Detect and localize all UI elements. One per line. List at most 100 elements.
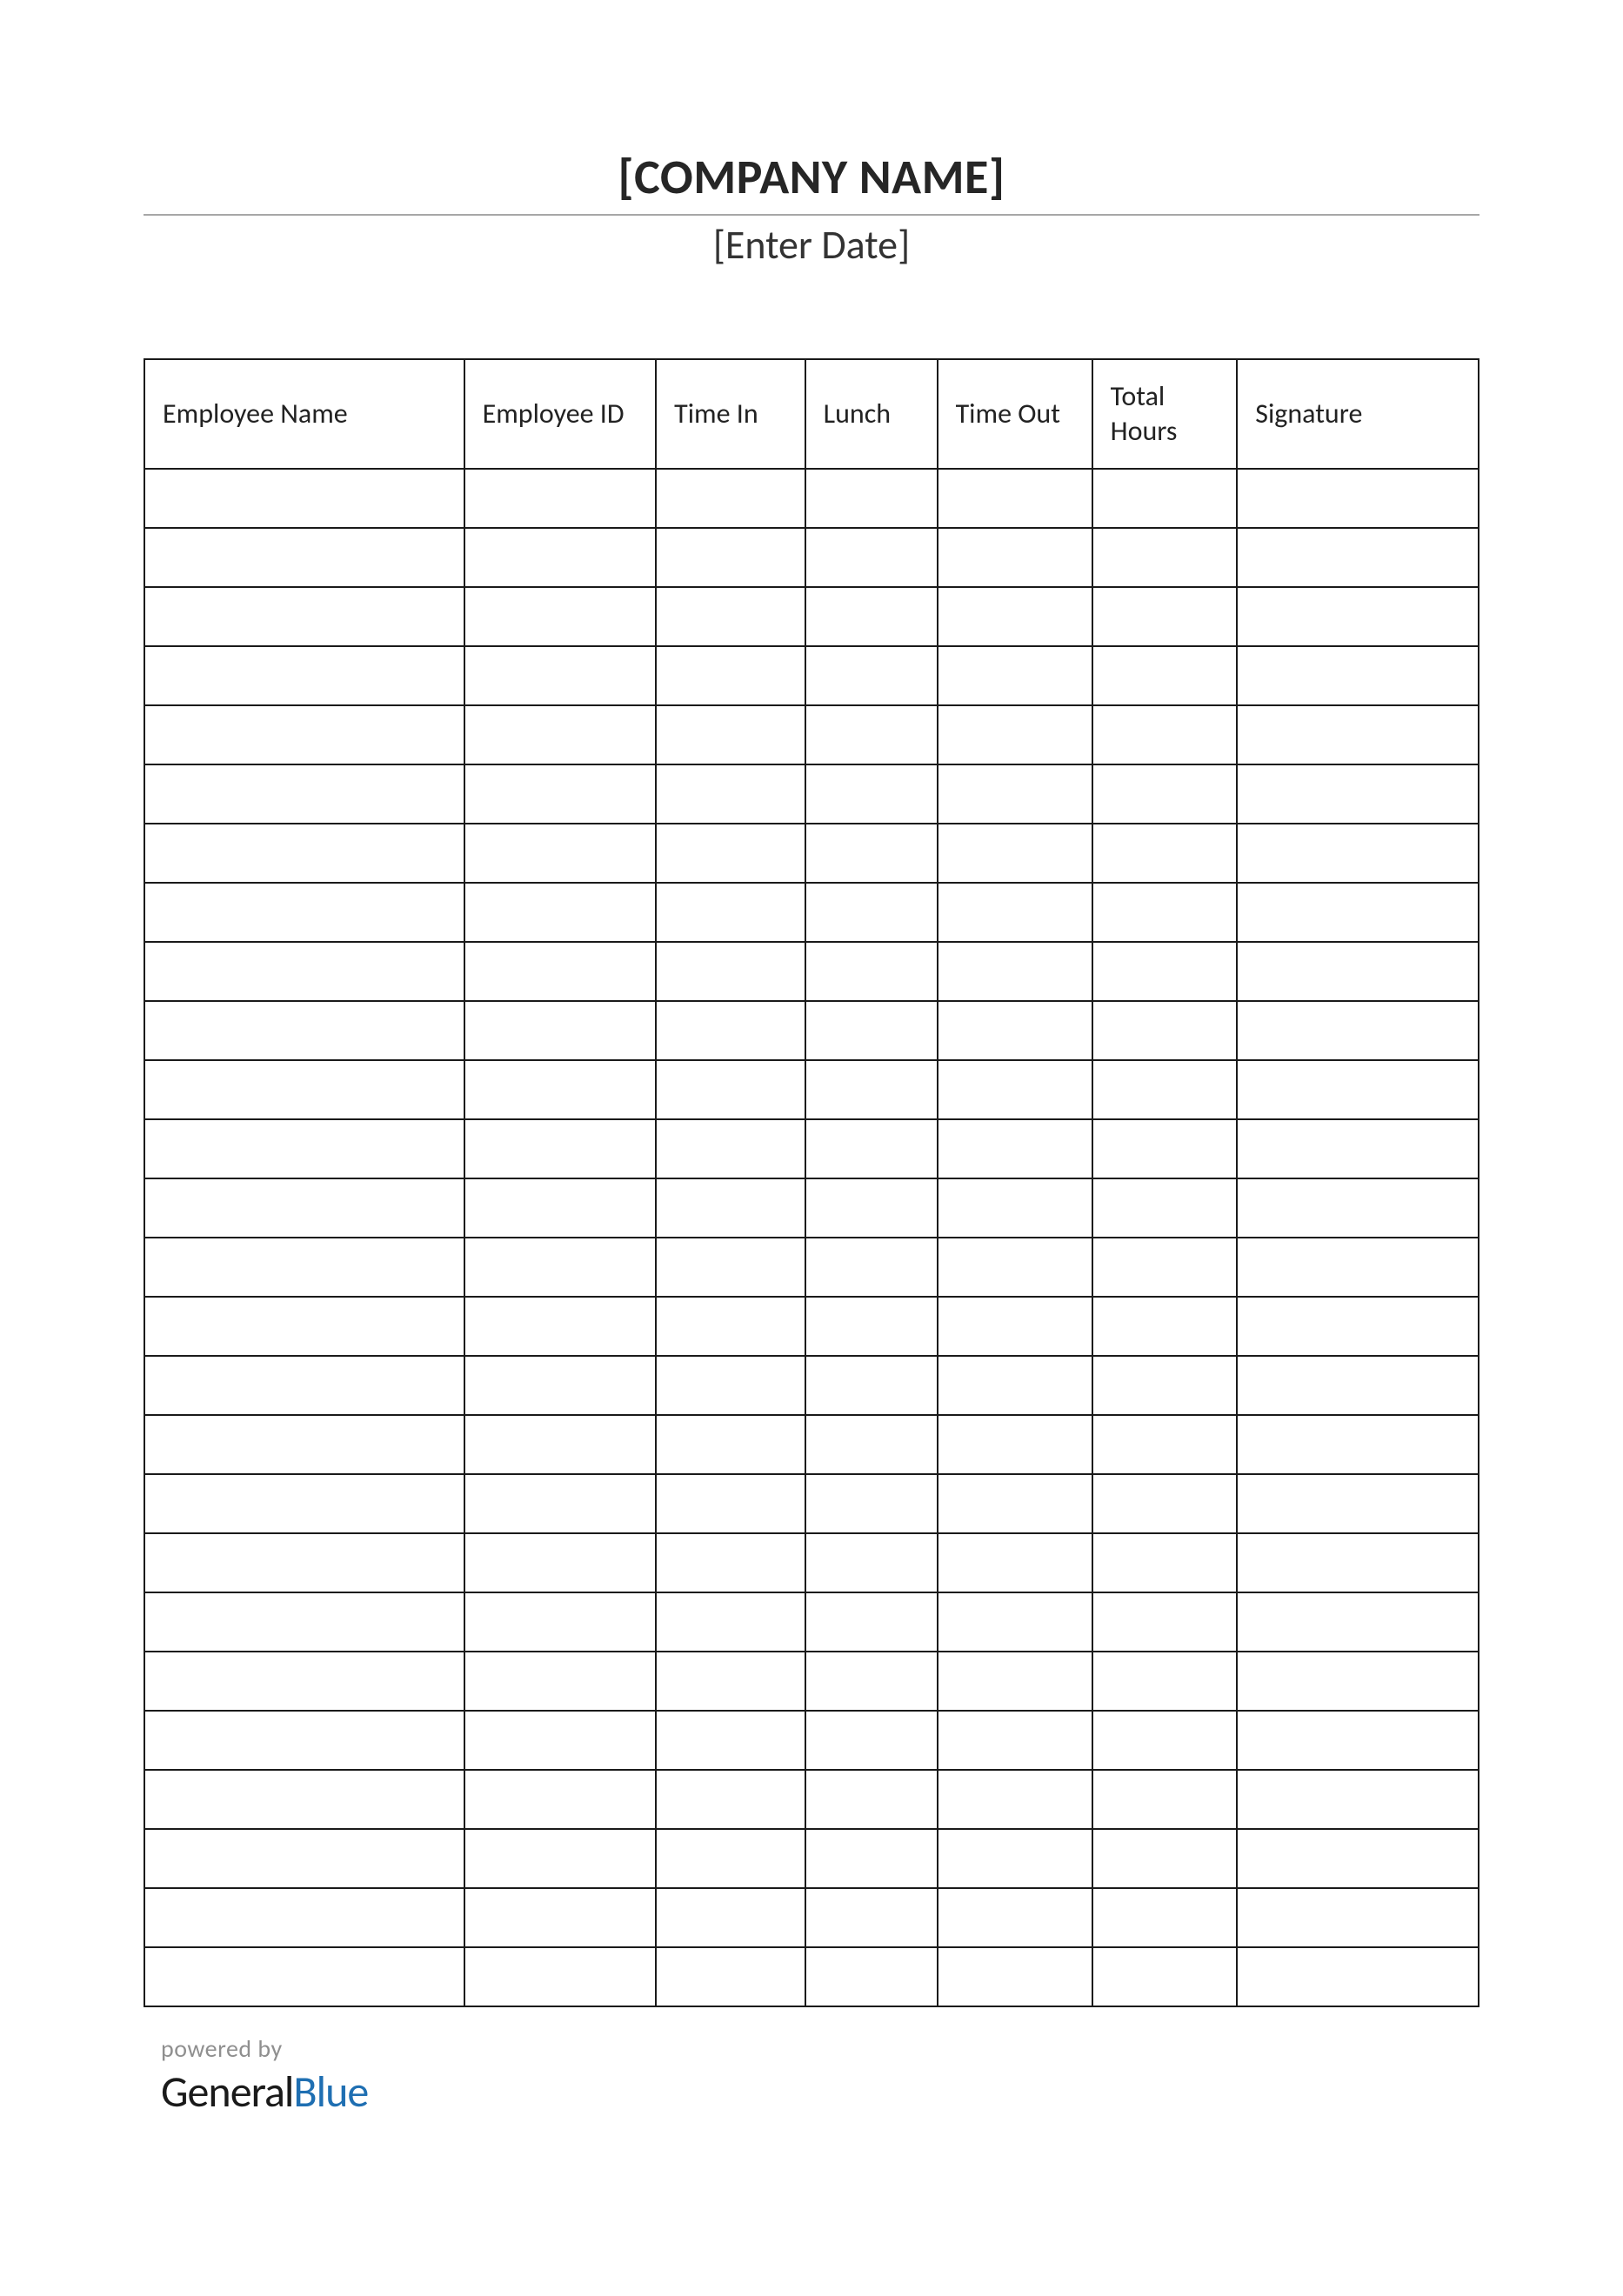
table-cell[interactable]: [656, 1711, 805, 1770]
table-cell[interactable]: [656, 1829, 805, 1888]
table-cell[interactable]: [938, 587, 1092, 646]
table-cell[interactable]: [464, 942, 657, 1001]
table-cell[interactable]: [144, 1119, 464, 1178]
table-cell[interactable]: [1237, 1119, 1479, 1178]
table-cell[interactable]: [656, 1947, 805, 2006]
table-cell[interactable]: [1237, 469, 1479, 528]
table-cell[interactable]: [938, 1119, 1092, 1178]
table-cell[interactable]: [805, 1592, 938, 1652]
table-cell[interactable]: [464, 1592, 657, 1652]
table-cell[interactable]: [1092, 469, 1238, 528]
table-cell[interactable]: [144, 1474, 464, 1533]
table-cell[interactable]: [656, 1060, 805, 1119]
table-cell[interactable]: [805, 587, 938, 646]
table-cell[interactable]: [144, 824, 464, 883]
table-cell[interactable]: [1092, 824, 1238, 883]
table-cell[interactable]: [805, 1711, 938, 1770]
table-cell[interactable]: [656, 824, 805, 883]
table-cell[interactable]: [144, 883, 464, 942]
table-cell[interactable]: [656, 1356, 805, 1415]
table-cell[interactable]: [1092, 1888, 1238, 1947]
table-cell[interactable]: [938, 1829, 1092, 1888]
table-cell[interactable]: [1237, 1415, 1479, 1474]
table-cell[interactable]: [144, 646, 464, 705]
table-cell[interactable]: [656, 1652, 805, 1711]
table-cell[interactable]: [938, 1415, 1092, 1474]
table-cell[interactable]: [1092, 1238, 1238, 1297]
table-cell[interactable]: [464, 705, 657, 764]
table-cell[interactable]: [1237, 587, 1479, 646]
table-cell[interactable]: [805, 1888, 938, 1947]
table-cell[interactable]: [1237, 1178, 1479, 1238]
table-cell[interactable]: [656, 1474, 805, 1533]
table-cell[interactable]: [656, 646, 805, 705]
table-cell[interactable]: [938, 705, 1092, 764]
table-cell[interactable]: [144, 587, 464, 646]
table-cell[interactable]: [656, 528, 805, 587]
table-cell[interactable]: [1237, 528, 1479, 587]
table-cell[interactable]: [805, 824, 938, 883]
table-cell[interactable]: [805, 1297, 938, 1356]
table-cell[interactable]: [464, 1001, 657, 1060]
table-cell[interactable]: [144, 1652, 464, 1711]
table-cell[interactable]: [938, 1178, 1092, 1238]
table-cell[interactable]: [1237, 1474, 1479, 1533]
table-cell[interactable]: [144, 1711, 464, 1770]
table-cell[interactable]: [805, 528, 938, 587]
table-cell[interactable]: [464, 764, 657, 824]
table-cell[interactable]: [1237, 1770, 1479, 1829]
table-cell[interactable]: [656, 1533, 805, 1592]
table-cell[interactable]: [1237, 764, 1479, 824]
table-cell[interactable]: [656, 883, 805, 942]
table-cell[interactable]: [938, 764, 1092, 824]
table-cell[interactable]: [1092, 1533, 1238, 1592]
table-cell[interactable]: [805, 1533, 938, 1592]
table-cell[interactable]: [805, 705, 938, 764]
table-cell[interactable]: [938, 824, 1092, 883]
table-cell[interactable]: [805, 1001, 938, 1060]
table-cell[interactable]: [144, 1770, 464, 1829]
table-cell[interactable]: [805, 1178, 938, 1238]
table-cell[interactable]: [1092, 1652, 1238, 1711]
table-cell[interactable]: [464, 1119, 657, 1178]
table-cell[interactable]: [1092, 1829, 1238, 1888]
table-cell[interactable]: [1092, 1119, 1238, 1178]
table-cell[interactable]: [1092, 883, 1238, 942]
table-cell[interactable]: [464, 1415, 657, 1474]
table-cell[interactable]: [938, 942, 1092, 1001]
table-cell[interactable]: [1092, 646, 1238, 705]
table-cell[interactable]: [1237, 1947, 1479, 2006]
table-cell[interactable]: [464, 824, 657, 883]
table-cell[interactable]: [144, 469, 464, 528]
table-cell[interactable]: [1237, 1829, 1479, 1888]
table-cell[interactable]: [1092, 705, 1238, 764]
table-cell[interactable]: [144, 1297, 464, 1356]
table-cell[interactable]: [805, 764, 938, 824]
table-cell[interactable]: [1092, 764, 1238, 824]
table-cell[interactable]: [464, 1829, 657, 1888]
table-cell[interactable]: [938, 646, 1092, 705]
table-cell[interactable]: [144, 1947, 464, 2006]
table-cell[interactable]: [1092, 1178, 1238, 1238]
table-cell[interactable]: [144, 1060, 464, 1119]
table-cell[interactable]: [656, 1415, 805, 1474]
table-cell[interactable]: [144, 1178, 464, 1238]
table-cell[interactable]: [1237, 883, 1479, 942]
table-cell[interactable]: [805, 1652, 938, 1711]
table-cell[interactable]: [938, 1888, 1092, 1947]
table-cell[interactable]: [464, 1652, 657, 1711]
table-cell[interactable]: [144, 1356, 464, 1415]
table-cell[interactable]: [805, 1119, 938, 1178]
table-cell[interactable]: [1237, 646, 1479, 705]
table-cell[interactable]: [938, 1947, 1092, 2006]
table-cell[interactable]: [656, 1297, 805, 1356]
table-cell[interactable]: [464, 1888, 657, 1947]
table-cell[interactable]: [464, 1238, 657, 1297]
table-cell[interactable]: [1237, 1888, 1479, 1947]
table-cell[interactable]: [1237, 1356, 1479, 1415]
table-cell[interactable]: [938, 883, 1092, 942]
table-cell[interactable]: [144, 1001, 464, 1060]
table-cell[interactable]: [805, 1770, 938, 1829]
table-cell[interactable]: [1092, 1592, 1238, 1652]
table-cell[interactable]: [464, 469, 657, 528]
